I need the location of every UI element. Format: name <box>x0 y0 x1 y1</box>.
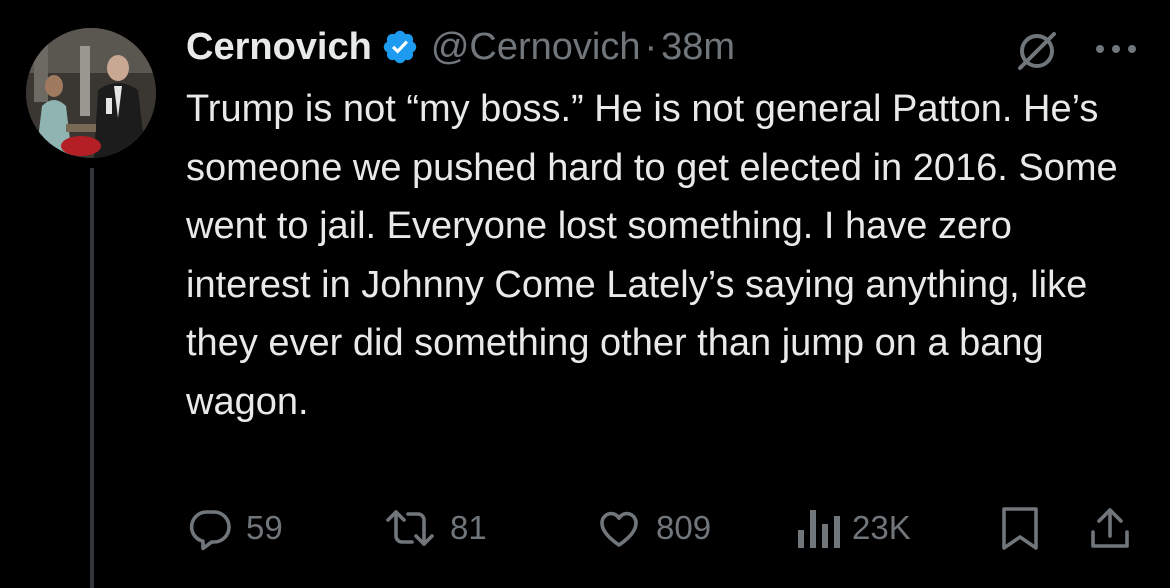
share-icon <box>1091 508 1129 548</box>
verified-badge-icon[interactable] <box>381 28 419 66</box>
share-button[interactable] <box>1088 500 1132 556</box>
repost-icon <box>386 510 434 546</box>
reply-button[interactable]: 59 <box>186 500 283 556</box>
views-icon <box>798 510 840 548</box>
separator: · <box>644 25 658 68</box>
handle[interactable]: @Cernovich <box>431 26 641 69</box>
tweet[interactable]: Cernovich @Cernovich · 38m Trump is not … <box>0 0 1170 588</box>
avatar-photo <box>26 28 156 158</box>
more-icon[interactable] <box>1092 42 1140 56</box>
repost-count: 81 <box>450 509 487 546</box>
grok-icon[interactable] <box>1014 28 1060 74</box>
timestamp[interactable]: 38m <box>661 26 735 69</box>
reply-count: 59 <box>246 509 283 546</box>
views-button[interactable]: 23K <box>796 500 911 556</box>
display-name[interactable]: Cernovich <box>186 26 372 69</box>
like-count: 809 <box>656 509 712 546</box>
reply-icon <box>189 510 231 551</box>
like-button[interactable]: 809 <box>594 500 711 556</box>
avatar[interactable] <box>26 28 156 158</box>
repost-button[interactable]: 81 <box>382 500 487 556</box>
bookmark-icon <box>1002 507 1038 550</box>
tweet-header: Cernovich @Cernovich · 38m <box>186 24 735 70</box>
action-bar: 59 81 809 23K <box>0 500 1170 556</box>
like-icon <box>600 511 638 547</box>
tweet-text: Trump is not “my boss.” He is not genera… <box>186 88 1118 423</box>
bookmark-button[interactable] <box>998 500 1042 556</box>
views-count: 23K <box>852 509 911 546</box>
